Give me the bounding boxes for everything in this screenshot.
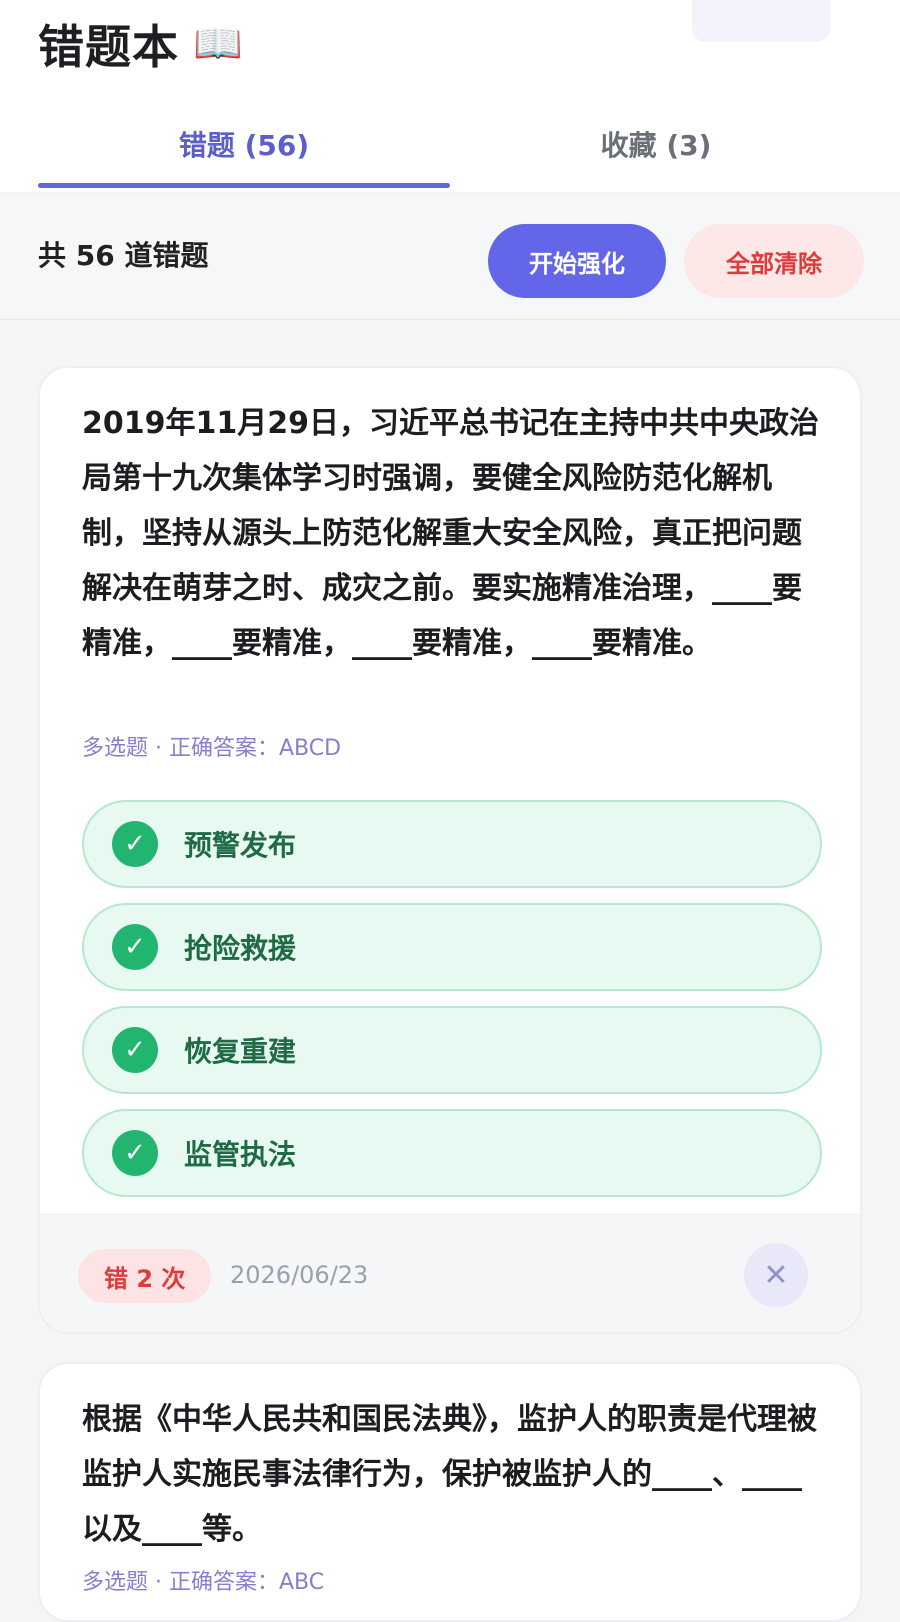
clear-all-button[interactable]: 全部清除 — [684, 224, 864, 298]
question-meta: 多选题 · 正确答案：ABCD — [82, 736, 342, 761]
question-card[interactable]: 根据《中华人民共和国民法典》，监护人的职责是代理被监护人实施民事法律行为，保护被… — [38, 1362, 862, 1622]
check-icon: ✓ — [112, 821, 158, 867]
question-text: 根据《中华人民共和国民法典》，监护人的职责是代理被监护人实施民事法律行为，保护被… — [82, 1402, 817, 1547]
toolbar: 共 56 道错题 开始强化 全部清除 — [0, 196, 900, 320]
book-icon: 📖 — [193, 21, 243, 67]
tab-bar: 错题 (56) 收藏 (3) — [38, 96, 862, 192]
question-meta: 多选题 · 正确答案：ABC — [82, 1570, 325, 1595]
check-icon: ✓ — [112, 924, 158, 970]
tab-favorites[interactable]: 收藏 (3) — [450, 96, 862, 192]
wrong-count-badge: 错 2 次 — [78, 1249, 212, 1303]
card-footer: 错 2 次 2026/06/23 ✕ — [40, 1214, 860, 1332]
check-icon: ✓ — [112, 1130, 158, 1176]
option-item[interactable]: ✓ 预警发布 — [82, 800, 822, 888]
option-label: 恢复重建 — [184, 1035, 297, 1068]
close-icon[interactable]: ✕ — [744, 1243, 808, 1307]
check-icon: ✓ — [112, 1027, 158, 1073]
question-count: 共 56 道错题 — [38, 239, 209, 272]
start-practice-button[interactable]: 开始强化 — [488, 224, 666, 298]
option-label: 预警发布 — [184, 829, 297, 862]
question-text: 2019年11月29日，习近平总书记在主持中共中央政治局第十九次集体学习时强调，… — [82, 406, 819, 661]
question-card[interactable]: 2019年11月29日，习近平总书记在主持中共中央政治局第十九次集体学习时强调，… — [38, 366, 862, 1334]
tab-wrong-questions[interactable]: 错题 (56) — [38, 96, 450, 192]
top-pill — [692, 0, 830, 42]
page-title: 错题本 — [38, 20, 179, 74]
options-list: ✓ 预警发布 ✓ 抢险救援 ✓ 恢复重建 ✓ 监管执法 — [82, 800, 822, 1212]
option-label: 监管执法 — [184, 1138, 297, 1171]
question-date: 2026/06/23 — [230, 1261, 369, 1289]
option-label: 抢险救援 — [184, 932, 297, 965]
option-item[interactable]: ✓ 恢复重建 — [82, 1006, 822, 1094]
app-header: 错题本 📖 错题 (56) 收藏 (3) — [0, 0, 900, 192]
option-item[interactable]: ✓ 监管执法 — [82, 1109, 822, 1197]
option-item[interactable]: ✓ 抢险救援 — [82, 903, 822, 991]
title-row: 错题本 📖 — [38, 8, 243, 80]
